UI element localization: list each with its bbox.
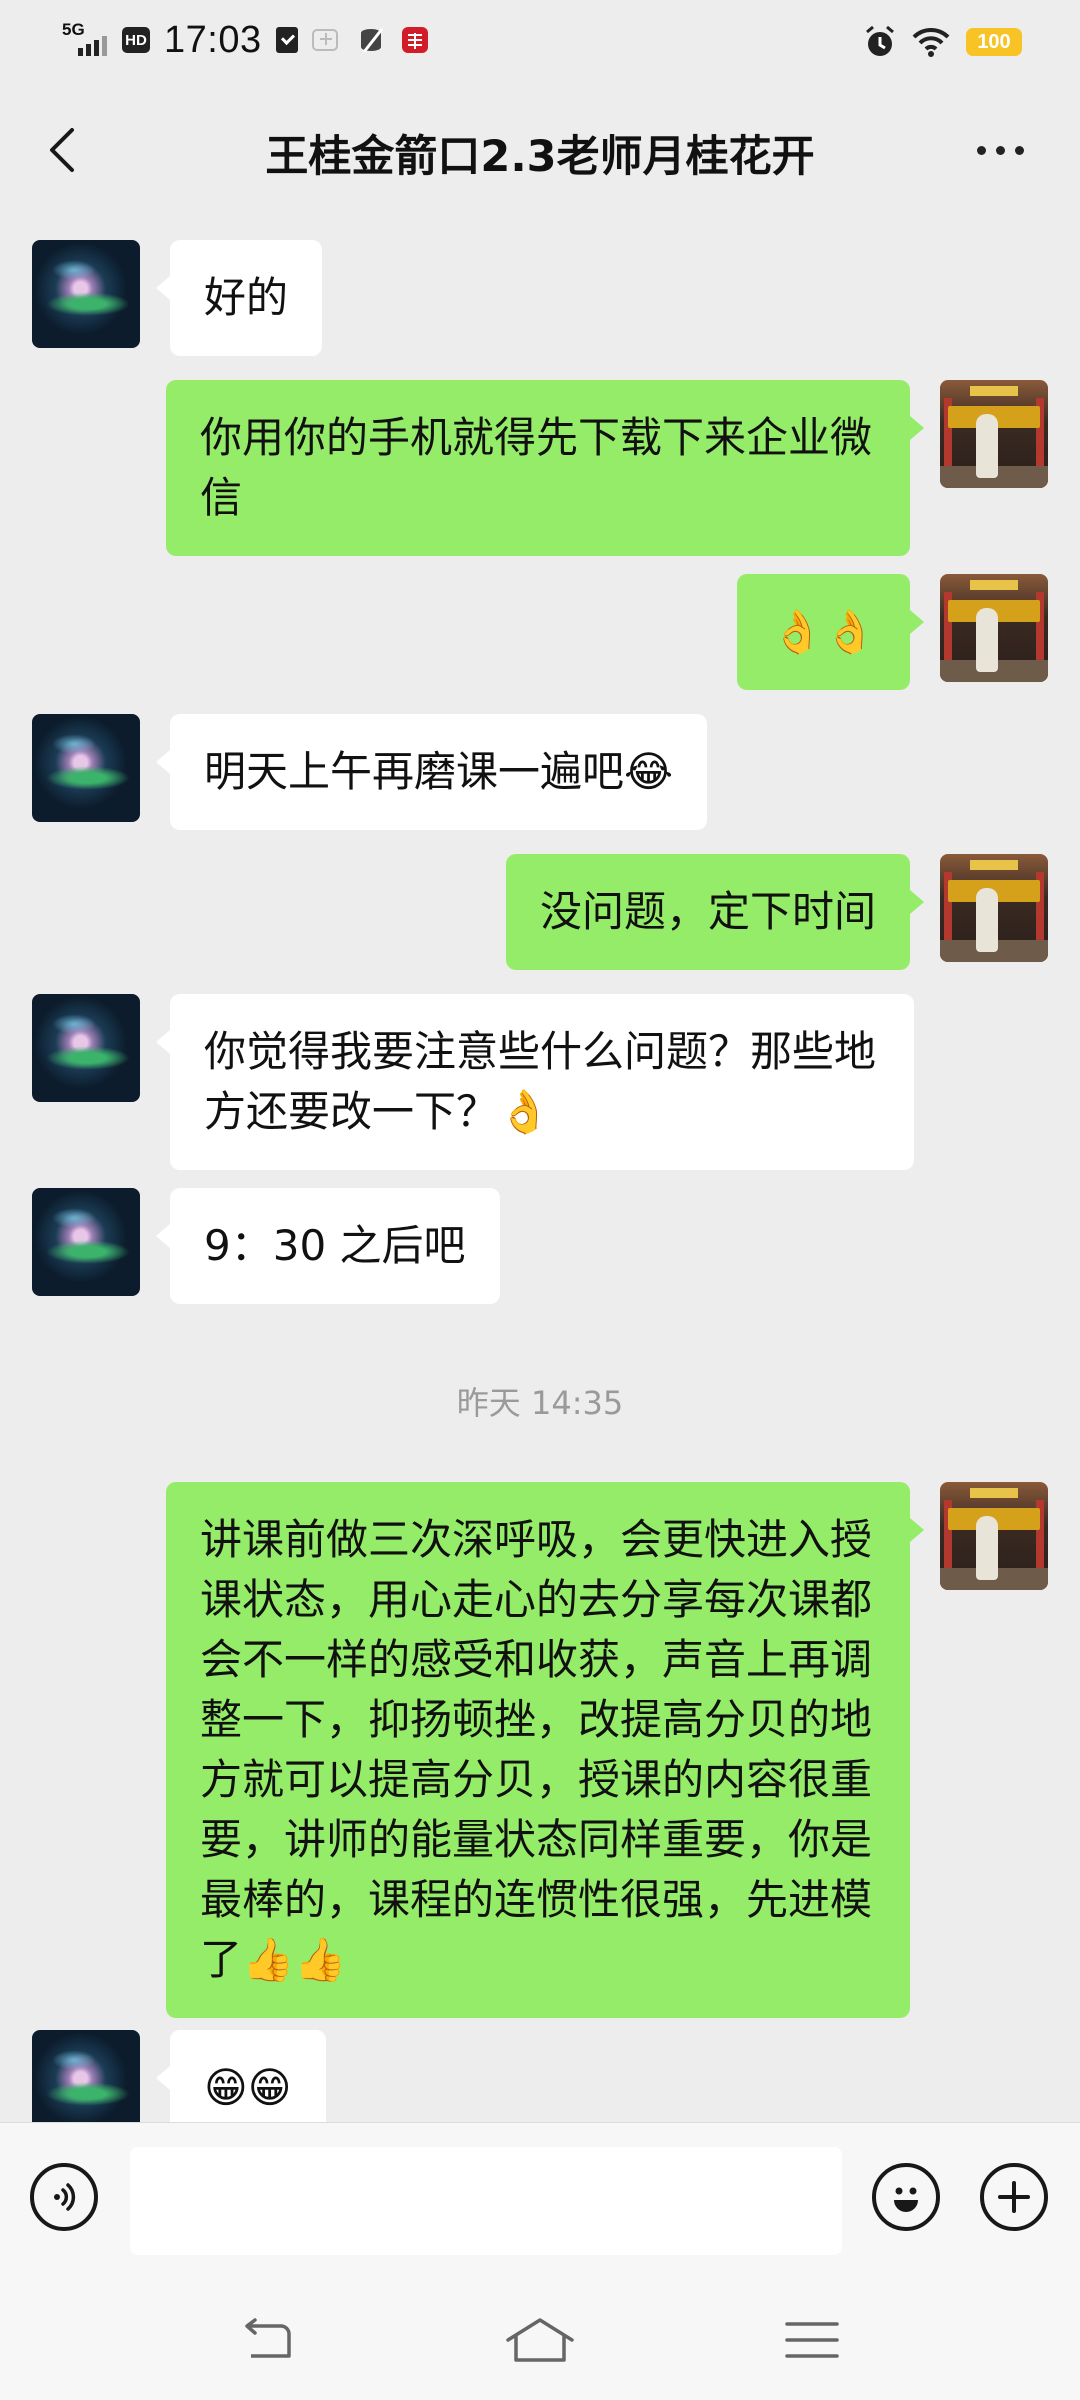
status-bar: 5G HD 17:03 100 — [0, 0, 1080, 80]
system-nav-bar — [0, 2278, 1080, 2400]
back-button[interactable] — [36, 120, 86, 180]
avatar[interactable] — [32, 240, 140, 348]
avatar[interactable] — [940, 1482, 1048, 1590]
message-bubble[interactable]: 明天上午再磨课一遍吧😂 — [155, 714, 708, 830]
app-icon — [360, 28, 383, 53]
plus-icon — [998, 2181, 1030, 2213]
message-input[interactable] — [130, 2147, 842, 2255]
voice-button[interactable] — [30, 2163, 98, 2231]
avatar[interactable] — [32, 994, 140, 1102]
hd-icon: HD — [122, 27, 150, 53]
avatar[interactable] — [940, 854, 1048, 962]
back-nav-icon — [245, 2318, 291, 2358]
status-left: 5G HD 17:03 — [62, 14, 430, 66]
message-bubble[interactable]: 讲课前做三次深呼吸，会更快进入授课状态，用心走心的去分享每次课都会不一样的感受和… — [166, 1482, 924, 2018]
wifi-icon — [912, 27, 950, 57]
message-bubble[interactable]: 👌👌 — [737, 574, 924, 690]
voice-icon — [54, 2183, 76, 2211]
clock: 17:03 — [164, 18, 262, 61]
plus-button[interactable] — [980, 2163, 1048, 2231]
message-bubble[interactable]: 好的 — [155, 240, 323, 356]
battery-icon: 100 — [966, 28, 1022, 56]
more-button[interactable] — [960, 120, 1040, 180]
message-bubble[interactable]: 你觉得我要注意些什么问题？那些地方还要改一下？👌 — [156, 994, 914, 1170]
avatar[interactable] — [940, 380, 1048, 488]
status-right: 100 — [864, 20, 1022, 64]
more-dots-icon — [976, 145, 986, 155]
alarm-icon — [866, 25, 894, 56]
message-bubble[interactable]: 没问题，定下时间 — [505, 854, 925, 970]
menu-icon — [785, 2322, 839, 2358]
app-red-icon — [401, 27, 428, 53]
avatar[interactable] — [32, 1188, 140, 1296]
chevron-left-icon — [50, 128, 74, 172]
nav-back-button[interactable] — [228, 2310, 308, 2370]
nav-home-button[interactable] — [500, 2310, 580, 2370]
input-bar — [0, 2122, 1080, 2279]
message-bubble[interactable]: 你用你的手机就得先下载下来企业微信 — [166, 380, 924, 556]
checklist-icon — [275, 27, 298, 53]
emoji-icon — [894, 2187, 918, 2212]
app-icon — [311, 29, 338, 51]
avatar[interactable] — [32, 714, 140, 822]
nav-menu-button[interactable] — [772, 2310, 852, 2370]
message-list[interactable]: 好的 你用你的手机就得先下载下来企业微信 👌👌 明天上午再磨课一遍吧😂 没问题，… — [0, 222, 1080, 2122]
message-bubble[interactable]: 😁😁 — [156, 2030, 326, 2122]
chat-header: 王桂金箭口2.3老师月桂花开 — [0, 80, 1080, 220]
avatar[interactable] — [32, 2030, 140, 2122]
emoji-button[interactable] — [872, 2163, 940, 2231]
message-bubble[interactable]: 9：30 之后吧 — [156, 1188, 500, 1304]
chat-title: 王桂金箭口2.3老师月桂花开 — [265, 132, 815, 182]
avatar[interactable] — [940, 574, 1048, 682]
home-icon — [506, 2318, 574, 2362]
message-timestamp: 昨天 14:35 — [456, 1384, 624, 1422]
signal-icon: 5G — [62, 20, 108, 60]
